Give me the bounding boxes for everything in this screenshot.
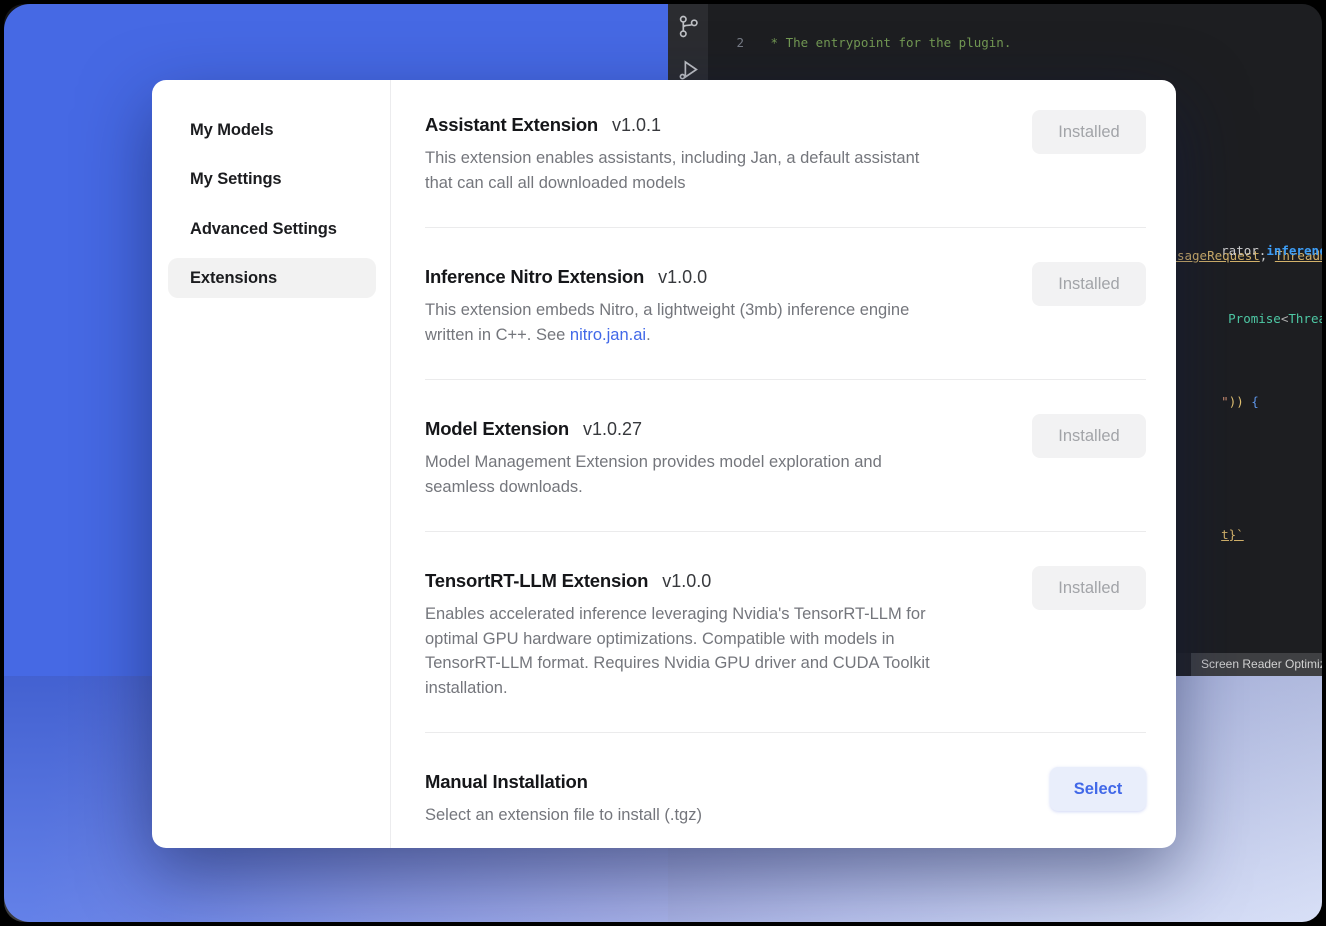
extension-row-assistant: Assistant Extension v1.0.1 This extensio… — [425, 80, 1146, 228]
code-line: 2 * The entrypoint for the plugin. — [708, 35, 1322, 51]
extension-description: Model Management Extension provides mode… — [425, 450, 882, 499]
source-control-icon — [676, 14, 701, 39]
code-fragment-condition: ")) { — [1176, 379, 1259, 424]
nitro-jan-ai-link[interactable]: nitro.jan.ai — [570, 326, 646, 344]
settings-modal: My Models My Settings Advanced Settings … — [152, 80, 1176, 848]
extension-version: v1.0.1 — [612, 112, 661, 138]
installed-button[interactable]: Installed — [1032, 262, 1146, 306]
extension-name: Inference Nitro Extension — [425, 264, 644, 290]
extension-description: This extension embeds Nitro, a lightweig… — [425, 298, 909, 347]
select-button[interactable]: Select — [1050, 767, 1146, 811]
installed-button[interactable]: Installed — [1032, 414, 1146, 458]
installed-button[interactable]: Installed — [1032, 566, 1146, 610]
extension-row-inference-nitro: Inference Nitro Extension v1.0.0 This ex… — [425, 228, 1146, 380]
settings-sidebar: My Models My Settings Advanced Settings … — [152, 80, 391, 848]
extension-version: v1.0.0 — [658, 264, 707, 290]
extensions-list: Assistant Extension v1.0.1 This extensio… — [391, 80, 1176, 848]
run-and-debug-icon — [676, 57, 701, 82]
sidebar-item-extensions[interactable]: Extensions — [168, 258, 376, 298]
extension-name: Assistant Extension — [425, 112, 598, 138]
extension-row-manual-installation: Manual Installation Select an extension … — [425, 733, 1146, 848]
installed-button[interactable]: Installed — [1032, 110, 1146, 154]
sidebar-item-advanced-settings[interactable]: Advanced Settings — [152, 219, 390, 239]
code-fragment-template: t}` — [1176, 512, 1244, 557]
extension-version: v1.0.27 — [583, 416, 642, 442]
extension-row-model: Model Extension v1.0.27 Model Management… — [425, 380, 1146, 532]
sidebar-item-my-settings[interactable]: My Settings — [152, 169, 390, 189]
extension-description: This extension enables assistants, inclu… — [425, 146, 919, 195]
app-window: 2 * The entrypoint for the plugin. 3 */ … — [4, 4, 1322, 922]
extension-description: Select an extension file to install (.tg… — [425, 803, 702, 828]
extension-version: v1.0.0 — [662, 568, 711, 594]
extension-description: Enables accelerated inference leveraging… — [425, 602, 930, 700]
extension-name: TensortRT-LLM Extension — [425, 568, 648, 594]
screen-reader-optimized-chip: Screen Reader Optimized — [1191, 653, 1322, 676]
extension-name: Model Extension — [425, 416, 569, 442]
code-fragment-inference: rator.inference(data)); — [1176, 228, 1322, 273]
sidebar-item-my-models[interactable]: My Models — [152, 120, 390, 140]
line-number: 2 — [708, 35, 744, 51]
code-fragment-promise: Promise<ThreadMessage> — [1183, 296, 1322, 341]
extension-name: Manual Installation — [425, 769, 588, 795]
extension-row-tensorrt-llm: TensortRT-LLM Extension v1.0.0 Enables a… — [425, 532, 1146, 733]
